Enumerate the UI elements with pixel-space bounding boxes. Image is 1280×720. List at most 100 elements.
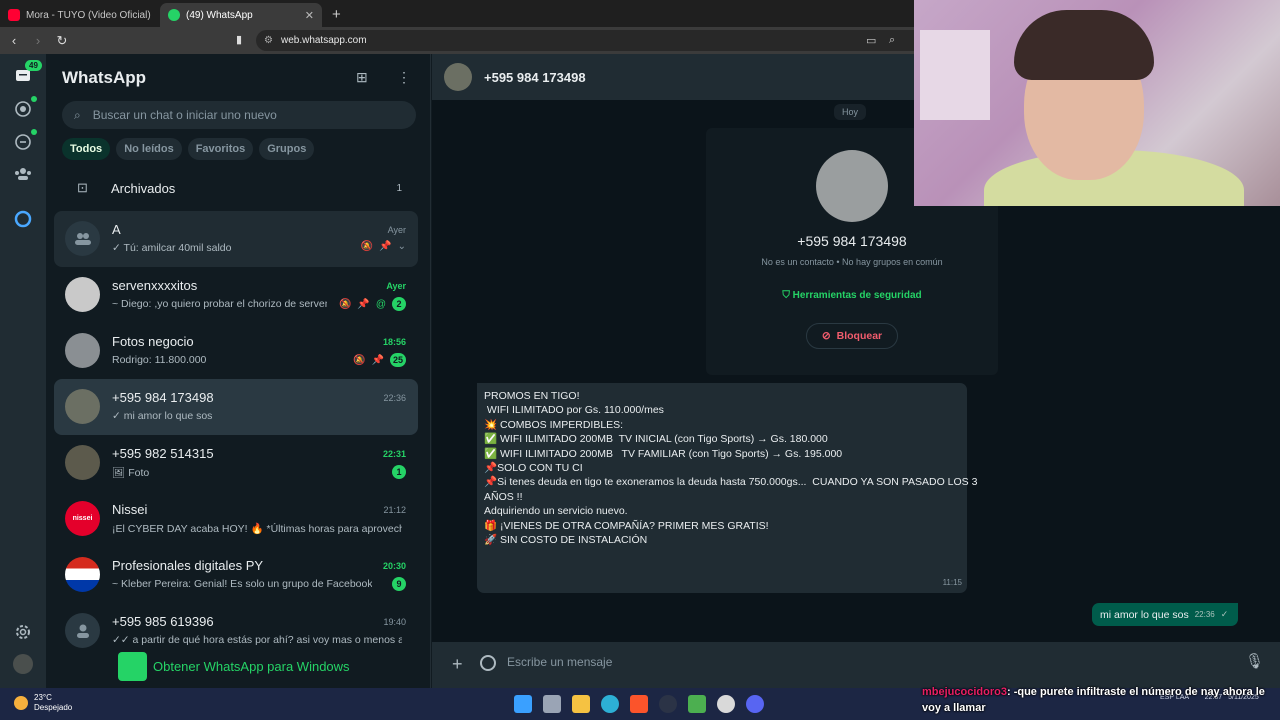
webcam-overlay <box>914 0 1280 206</box>
start-icon[interactable] <box>514 695 532 713</box>
block-button[interactable]: ⊘ Bloquear <box>806 323 898 349</box>
message-text: mi amor lo que sos <box>1100 608 1189 621</box>
message-input[interactable]: Escribe un mensaje <box>507 655 612 669</box>
pin-icon: 📌 <box>357 298 370 310</box>
sent-check-icon: ✓ <box>1220 609 1229 619</box>
list-item[interactable]: servenxxxxitos Ayer ~ Diego: ,yo quiero … <box>54 267 418 323</box>
status-dot <box>31 96 37 102</box>
forward-icon[interactable]: › <box>28 33 48 48</box>
chat-name: +595 984 173498 <box>112 390 214 405</box>
incoming-message[interactable]: PROMOS EN TIGO! WIFI ILIMITADO por Gs. 1… <box>477 383 978 593</box>
tab-youtube[interactable]: Mora - TUYO (Video Oficial) - YouTube <box>0 3 160 27</box>
obs-icon[interactable] <box>717 695 735 713</box>
zoom-icon[interactable]: ⌕ <box>889 34 895 47</box>
weather-widget[interactable]: 23°C Despejado <box>14 693 72 713</box>
list-item[interactable]: nissei Nissei 21:12 ¡El CYBER DAY acaba … <box>54 491 418 547</box>
edge-icon[interactable] <box>601 695 619 713</box>
chat-preview: ~ Diego: ,yo quiero probar el chorizo de… <box>112 298 327 310</box>
sun-icon <box>14 696 28 710</box>
new-tab-button[interactable]: + <box>322 6 351 27</box>
muted-icon: 🔕 <box>353 354 366 366</box>
message-line: 📌Si tenes deuda en tigo te exoneramos la… <box>484 476 978 489</box>
tab-title: Mora - TUYO (Video Oficial) - YouTube <box>26 9 152 21</box>
site-info-icon[interactable]: ⚙ <box>264 35 273 46</box>
outgoing-message[interactable]: mi amor lo que sos 22:36 ✓ <box>1092 603 1239 626</box>
block-icon: ⊘ <box>821 330 831 342</box>
communities-icon[interactable] <box>13 164 33 184</box>
discord-icon[interactable] <box>746 695 764 713</box>
channels-icon[interactable] <box>13 132 33 152</box>
list-item[interactable]: A Ayer ✓ Tú: amilcar 40mil saldo 🔕 📌 ⌄ <box>54 211 418 267</box>
list-item-selected[interactable]: +595 984 173498 22:36 ✓ mi amor lo que s… <box>54 379 418 435</box>
message-time: 11:15 <box>942 577 962 587</box>
youtube-icon <box>8 9 20 21</box>
close-icon[interactable]: ✕ <box>305 9 314 22</box>
tab-whatsapp[interactable]: (49) WhatsApp ✕ <box>160 3 322 27</box>
profile-avatar[interactable] <box>13 654 33 674</box>
block-label: Bloquear <box>836 330 883 342</box>
chat-time: 20:30 <box>382 561 406 571</box>
contact-avatar[interactable] <box>444 63 472 91</box>
filter-all[interactable]: Todos <box>62 138 111 160</box>
chat-avatar <box>65 445 100 480</box>
archived-count: 1 <box>396 182 402 194</box>
archived-row[interactable]: ⊡ Archivados 1 <box>62 174 416 202</box>
pin-icon: 📌 <box>371 354 384 366</box>
filter-favorites[interactable]: Favoritos <box>187 138 254 160</box>
contact-number: +595 984 173498 <box>797 233 907 249</box>
menu-icon[interactable]: ⋮ <box>397 69 411 86</box>
reload-icon[interactable]: ↻ <box>52 33 72 49</box>
brave-icon[interactable] <box>630 695 648 713</box>
chat-time: 22:36 <box>383 393 406 403</box>
unread-count: 25 <box>389 353 406 367</box>
minecraft-icon[interactable] <box>688 695 706 713</box>
list-item[interactable]: Profesionales digitales PY 20:30 ~ Klebe… <box>54 547 418 603</box>
microphone-icon[interactable]: 🎙 <box>1245 652 1264 670</box>
chevron-down-icon[interactable]: ⌄ <box>398 241 406 252</box>
chat-status-icons: 1 <box>392 465 406 479</box>
message-line: 💥 COMBOS IMPERDIBLES: <box>484 418 624 431</box>
status-icon[interactable] <box>13 99 33 119</box>
file-explorer-icon[interactable] <box>572 695 590 713</box>
bookmark-icon[interactable]: ▮ <box>236 33 242 46</box>
channels-dot <box>31 129 37 135</box>
cast-icon[interactable]: ▭ <box>866 34 876 47</box>
nissei-logo: nissei <box>65 501 100 536</box>
list-item[interactable]: Fotos negocio 18:56 Rodrigo: 11.800.000 … <box>54 323 418 379</box>
meta-ai-icon[interactable] <box>13 209 33 229</box>
chat-name: +595 982 514315 <box>112 446 214 461</box>
task-view-icon[interactable] <box>543 695 561 713</box>
message-line: Adquiriendo un servicio nuevo. <box>484 505 628 518</box>
chat-preview: ¡El CYBER DAY acaba HOY! 🔥 *Últimas hora… <box>112 523 402 535</box>
weather-condition: Despejado <box>34 703 73 712</box>
muted-icon: 🔕 <box>360 241 374 252</box>
message-line: PROMOS EN TIGO! <box>484 390 580 402</box>
new-chat-icon[interactable]: ⊞ <box>356 69 368 86</box>
chat-list: A Ayer ✓ Tú: amilcar 40mil saldo 🔕 📌 ⌄ s… <box>54 211 418 659</box>
filter-groups[interactable]: Grupos <box>259 138 315 160</box>
attach-icon[interactable]: + <box>452 654 463 675</box>
chat-name: servenxxxxitos <box>112 278 198 293</box>
list-item[interactable]: +595 982 514315 22:31 🖼 Foto 1 <box>54 435 418 491</box>
chat-status-icons: 🔕 📌 ⌄ <box>361 241 406 252</box>
chat-avatar <box>65 277 100 312</box>
wall-poster <box>920 30 990 120</box>
security-tools-link[interactable]: ⛉ Herramientas de seguridad <box>706 290 998 301</box>
get-windows-app-link[interactable]: Obtener WhatsApp para Windows <box>118 652 350 681</box>
settings-icon[interactable] <box>13 622 33 642</box>
list-item[interactable]: +595 985 619396 19:40 ✓✓ a partir de qué… <box>54 603 418 659</box>
search-placeholder: Buscar un chat o iniciar uno nuevo <box>92 108 277 122</box>
chat-username: mbejucocidoro3 <box>922 686 1007 698</box>
url-field[interactable]: ⚙ web.whatsapp.com <box>256 30 936 51</box>
filter-unread[interactable]: No leídos <box>116 138 182 160</box>
back-icon[interactable]: ‹ <box>4 33 24 48</box>
message-line: 🎁 ¡VIENES DE OTRA COMPAÑÍA? PRIMER MES G… <box>484 519 769 532</box>
contact-photo <box>816 150 888 222</box>
chat-preview: Rodrigo: 11.800.000 <box>112 354 207 366</box>
emoji-icon[interactable] <box>480 655 496 671</box>
search-input[interactable]: ⌕ Buscar un chat o iniciar uno nuevo <box>62 101 416 129</box>
chat-time: 18:56 <box>382 337 406 347</box>
steam-icon[interactable] <box>659 695 677 713</box>
message-line: ✅ WIFI ILIMITADO 200MB TV INICIAL (con T… <box>484 433 828 446</box>
contact-subtitle: No es un contacto • No hay grupos en com… <box>761 257 943 267</box>
